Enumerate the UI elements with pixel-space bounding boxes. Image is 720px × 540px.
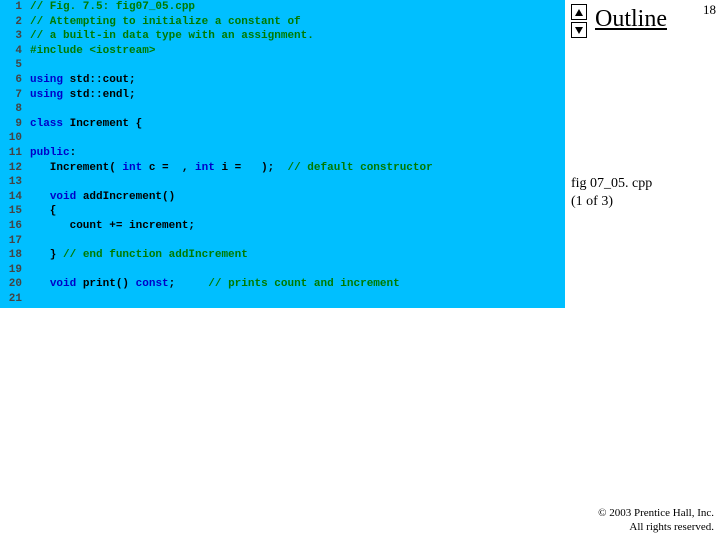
line-number: 4 bbox=[0, 44, 22, 59]
line-number: 6 bbox=[0, 73, 22, 88]
line-number: 11 bbox=[0, 146, 22, 161]
line-number: 8 bbox=[0, 102, 22, 117]
code-line: } // end function addIncrement bbox=[30, 248, 565, 263]
code-line: using std::endl; bbox=[30, 88, 565, 103]
code-lines: // Fig. 7.5: fig07_05.cpp// Attempting t… bbox=[30, 0, 565, 308]
code-line bbox=[30, 102, 565, 117]
line-number: 13 bbox=[0, 175, 22, 190]
code-line bbox=[30, 175, 565, 190]
chevron-up-icon bbox=[575, 9, 583, 16]
line-number-gutter: 123456789101112131415161718192021 bbox=[0, 0, 26, 308]
line-number: 16 bbox=[0, 219, 22, 234]
line-number: 12 bbox=[0, 161, 22, 176]
code-line: // Fig. 7.5: fig07_05.cpp bbox=[30, 0, 565, 15]
code-line: #include <iostream> bbox=[30, 44, 565, 59]
figure-part: (1 of 3) bbox=[571, 194, 613, 209]
code-panel: 123456789101112131415161718192021 // Fig… bbox=[0, 0, 565, 308]
code-line bbox=[30, 58, 565, 73]
code-line bbox=[30, 131, 565, 146]
line-number: 5 bbox=[0, 58, 22, 73]
code-line: { bbox=[30, 204, 565, 219]
copyright-line2: All rights reserved. bbox=[629, 521, 714, 533]
line-number: 21 bbox=[0, 292, 22, 307]
line-number: 19 bbox=[0, 263, 22, 278]
slide-root: 123456789101112131415161718192021 // Fig… bbox=[0, 0, 720, 540]
code-line: void addIncrement() bbox=[30, 190, 565, 205]
code-line bbox=[30, 292, 565, 307]
outline-title: Outline bbox=[595, 6, 667, 33]
line-number: 2 bbox=[0, 15, 22, 30]
nav-button-group bbox=[571, 4, 587, 40]
code-line bbox=[30, 263, 565, 278]
code-line: void print() const; // prints count and … bbox=[30, 277, 565, 292]
line-number: 14 bbox=[0, 190, 22, 205]
figure-reference: fig 07_05. cpp (1 of 3) bbox=[571, 175, 652, 211]
code-line bbox=[30, 234, 565, 249]
code-line: class Increment { bbox=[30, 117, 565, 132]
code-line: Increment( int c = , int i = ); // defau… bbox=[30, 161, 565, 176]
line-number: 15 bbox=[0, 204, 22, 219]
code-line: // Attempting to initialize a constant o… bbox=[30, 15, 565, 30]
line-number: 20 bbox=[0, 277, 22, 292]
code-line: public: bbox=[30, 146, 565, 161]
line-number: 18 bbox=[0, 248, 22, 263]
code-line: using std::cout; bbox=[30, 73, 565, 88]
line-number: 9 bbox=[0, 117, 22, 132]
page-number: 18 bbox=[703, 2, 716, 18]
line-number: 7 bbox=[0, 88, 22, 103]
copyright-notice: © 2003 Prentice Hall, Inc. All rights re… bbox=[598, 506, 714, 534]
nav-up-button[interactable] bbox=[571, 4, 587, 20]
line-number: 10 bbox=[0, 131, 22, 146]
code-line: // a built-in data type with an assignme… bbox=[30, 29, 565, 44]
right-sidebar: Outline 18 fig 07_05. cpp (1 of 3) © 200… bbox=[565, 0, 720, 540]
figure-name: fig 07_05. cpp bbox=[571, 176, 652, 191]
chevron-down-icon bbox=[575, 27, 583, 34]
line-number: 3 bbox=[0, 29, 22, 44]
code-line: count += increment; bbox=[30, 219, 565, 234]
nav-down-button[interactable] bbox=[571, 22, 587, 38]
line-number: 17 bbox=[0, 234, 22, 249]
line-number: 1 bbox=[0, 0, 22, 15]
copyright-line1: © 2003 Prentice Hall, Inc. bbox=[598, 507, 714, 519]
